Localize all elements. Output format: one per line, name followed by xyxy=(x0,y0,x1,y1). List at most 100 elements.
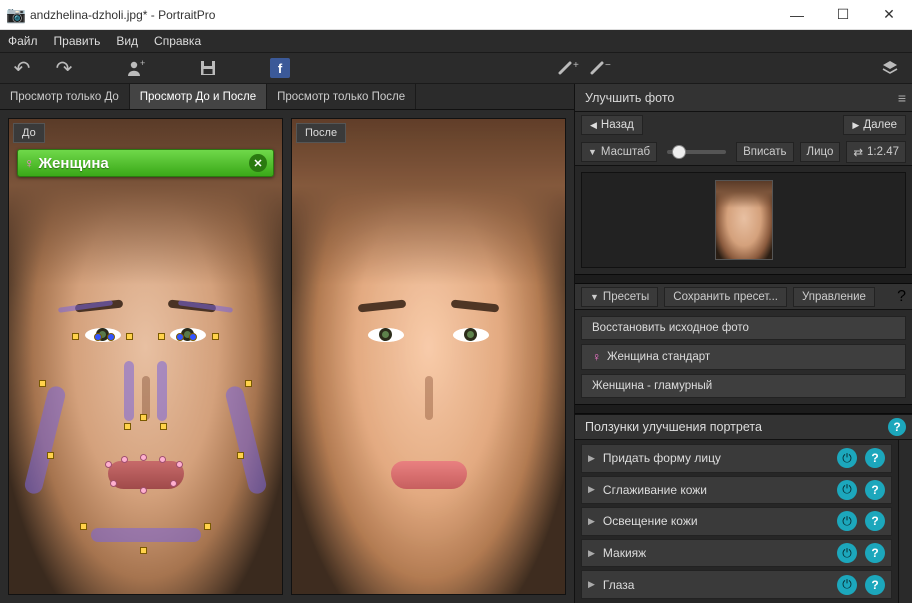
view-tabs: Просмотр только До Просмотр До и После П… xyxy=(0,84,574,110)
zoom-label: Масштаб xyxy=(601,146,650,158)
gender-tag[interactable]: ♀ Женщина ✕ xyxy=(17,149,274,177)
controls-column: Улучшить фото ≡ ◀ Назад ▶ Далее ▼ Масшта… xyxy=(574,84,912,603)
expand-icon[interactable]: ▶ xyxy=(588,453,595,464)
enhance-panel-header: Улучшить фото ≡ xyxy=(575,84,912,112)
presets-help-icon[interactable]: ? xyxy=(897,288,906,306)
preset-female-glamour[interactable]: Женщина - гламурный xyxy=(581,374,906,398)
presets-dropdown[interactable]: ▼ Пресеты xyxy=(581,287,658,307)
power-toggle[interactable]: ⏻ xyxy=(837,511,857,531)
tri-down-icon: ▼ xyxy=(588,147,597,157)
close-button[interactable]: ✕ xyxy=(866,0,912,30)
slider-label: Глаза xyxy=(603,578,829,592)
add-person-button[interactable]: + xyxy=(124,56,148,80)
maximize-button[interactable]: ☐ xyxy=(820,0,866,30)
brush-remove-button[interactable]: − xyxy=(589,56,613,80)
female-icon: ♀ xyxy=(24,155,35,171)
canvas-column: Просмотр только До Просмотр До и После П… xyxy=(0,84,574,603)
tab-after-only[interactable]: Просмотр только После xyxy=(267,84,416,109)
minimize-button[interactable]: — xyxy=(774,0,820,30)
slider-label: Освещение кожи xyxy=(603,514,829,528)
sliders-help-icon[interactable]: ? xyxy=(888,418,906,436)
slider-label: Макияж xyxy=(603,546,829,560)
toolbar: ↶ ↷ + f + − xyxy=(0,52,912,84)
back-label: Назад xyxy=(601,119,634,131)
back-button[interactable]: ◀ Назад xyxy=(581,115,643,135)
help-icon[interactable]: ? xyxy=(865,511,885,531)
help-icon[interactable]: ? xyxy=(865,575,885,595)
female-icon: ♀ xyxy=(592,350,601,364)
before-pane[interactable]: До ♀ Женщина ✕ xyxy=(8,118,283,595)
expand-icon[interactable]: ▶ xyxy=(588,516,595,527)
slider-skin-lighting[interactable]: ▶ Освещение кожи ⏻ ? xyxy=(581,507,892,536)
enhance-panel-title: Улучшить фото xyxy=(585,91,674,105)
slider-makeup[interactable]: ▶ Макияж ⏻ ? xyxy=(581,539,892,568)
zoom-slider-knob[interactable] xyxy=(672,145,686,159)
scrollbar[interactable] xyxy=(898,440,912,603)
power-toggle[interactable]: ⏻ xyxy=(837,448,857,468)
menubar: Файл Править Вид Справка xyxy=(0,30,912,52)
preset-label: Женщина стандарт xyxy=(607,351,710,363)
undo-button[interactable]: ↶ xyxy=(10,56,34,80)
layers-button[interactable] xyxy=(878,56,902,80)
redo-button[interactable]: ↷ xyxy=(52,56,76,80)
slider-face-shape[interactable]: ▶ Придать форму лицу ⏻ ? xyxy=(581,444,892,473)
help-icon[interactable]: ? xyxy=(865,543,885,563)
tab-before-only[interactable]: Просмотр только До xyxy=(0,84,130,109)
menu-file[interactable]: Файл xyxy=(8,34,38,48)
expand-icon[interactable]: ▶ xyxy=(588,548,595,559)
face-thumbnail[interactable] xyxy=(715,180,773,260)
tab-before-after[interactable]: Просмотр До и После xyxy=(130,84,267,109)
separator xyxy=(575,404,912,414)
face-thumbnail-strip[interactable] xyxy=(581,172,906,268)
brush-add-button[interactable]: + xyxy=(557,56,581,80)
power-toggle[interactable]: ⏻ xyxy=(837,480,857,500)
power-toggle[interactable]: ⏻ xyxy=(837,575,857,595)
save-preset-button[interactable]: Сохранить пресет... xyxy=(664,287,787,307)
manage-presets-button[interactable]: Управление xyxy=(793,287,875,307)
presets-label: Пресеты xyxy=(603,291,649,303)
nav-row: ◀ Назад ▶ Далее xyxy=(575,112,912,138)
gender-tag-close[interactable]: ✕ xyxy=(249,154,267,172)
after-label: После xyxy=(296,123,346,143)
panel-menu-icon[interactable]: ≡ xyxy=(898,90,906,106)
after-face-image xyxy=(292,119,565,594)
tri-left-icon: ◀ xyxy=(590,120,597,131)
save-button[interactable] xyxy=(196,56,220,80)
menu-help[interactable]: Справка xyxy=(154,34,201,48)
help-icon[interactable]: ? xyxy=(865,480,885,500)
menu-edit[interactable]: Править xyxy=(54,34,101,48)
slider-eyes[interactable]: ▶ Глаза ⏻ ? xyxy=(581,570,892,599)
svg-text:+: + xyxy=(573,60,579,71)
swap-icon: ⇄ xyxy=(853,145,863,159)
zoom-ratio[interactable]: ⇄ 1:2.47 xyxy=(846,141,906,163)
zoom-dropdown[interactable]: ▼ Масштаб xyxy=(581,142,657,162)
tri-right-icon: ▶ xyxy=(852,120,859,131)
expand-icon[interactable]: ▶ xyxy=(588,484,595,495)
slider-list: ▶ Придать форму лицу ⏻ ? ▶ Сглаживание к… xyxy=(575,440,898,603)
zoom-slider[interactable] xyxy=(667,150,726,154)
face-landmark-overlay[interactable] xyxy=(9,119,282,594)
zoom-row: ▼ Масштаб Вписать Лицо ⇄ 1:2.47 xyxy=(575,138,912,166)
zoom-face-button[interactable]: Лицо xyxy=(800,142,841,162)
expand-icon[interactable]: ▶ xyxy=(588,579,595,590)
facebook-button[interactable]: f xyxy=(268,56,292,80)
slider-label: Сглаживание кожи xyxy=(603,483,829,497)
power-toggle[interactable]: ⏻ xyxy=(837,543,857,563)
titlebar: 📷 andzhelina-dzholi.jpg* - PortraitPro —… xyxy=(0,0,912,30)
gender-tag-label: Женщина xyxy=(39,155,250,172)
preset-restore-original[interactable]: Восстановить исходное фото xyxy=(581,316,906,340)
zoom-ratio-value: 1:2.47 xyxy=(867,146,899,158)
zoom-fit-button[interactable]: Вписать xyxy=(736,142,793,162)
after-pane[interactable]: После xyxy=(291,118,566,595)
main-area: Просмотр только До Просмотр До и После П… xyxy=(0,84,912,603)
canvas-area: До ♀ Женщина ✕ xyxy=(0,110,574,603)
presets-header: ▼ Пресеты Сохранить пресет... Управление… xyxy=(575,284,912,310)
slider-skin-smoothing[interactable]: ▶ Сглаживание кожи ⏻ ? xyxy=(581,476,892,505)
sliders-section-header: Ползунки улучшения портрета ? xyxy=(575,414,912,440)
app-icon: 📷 xyxy=(8,7,24,23)
next-button[interactable]: ▶ Далее xyxy=(843,115,906,135)
next-label: Далее xyxy=(863,119,897,131)
menu-view[interactable]: Вид xyxy=(116,34,138,48)
preset-female-standard[interactable]: ♀ Женщина стандарт xyxy=(581,344,906,370)
help-icon[interactable]: ? xyxy=(865,448,885,468)
